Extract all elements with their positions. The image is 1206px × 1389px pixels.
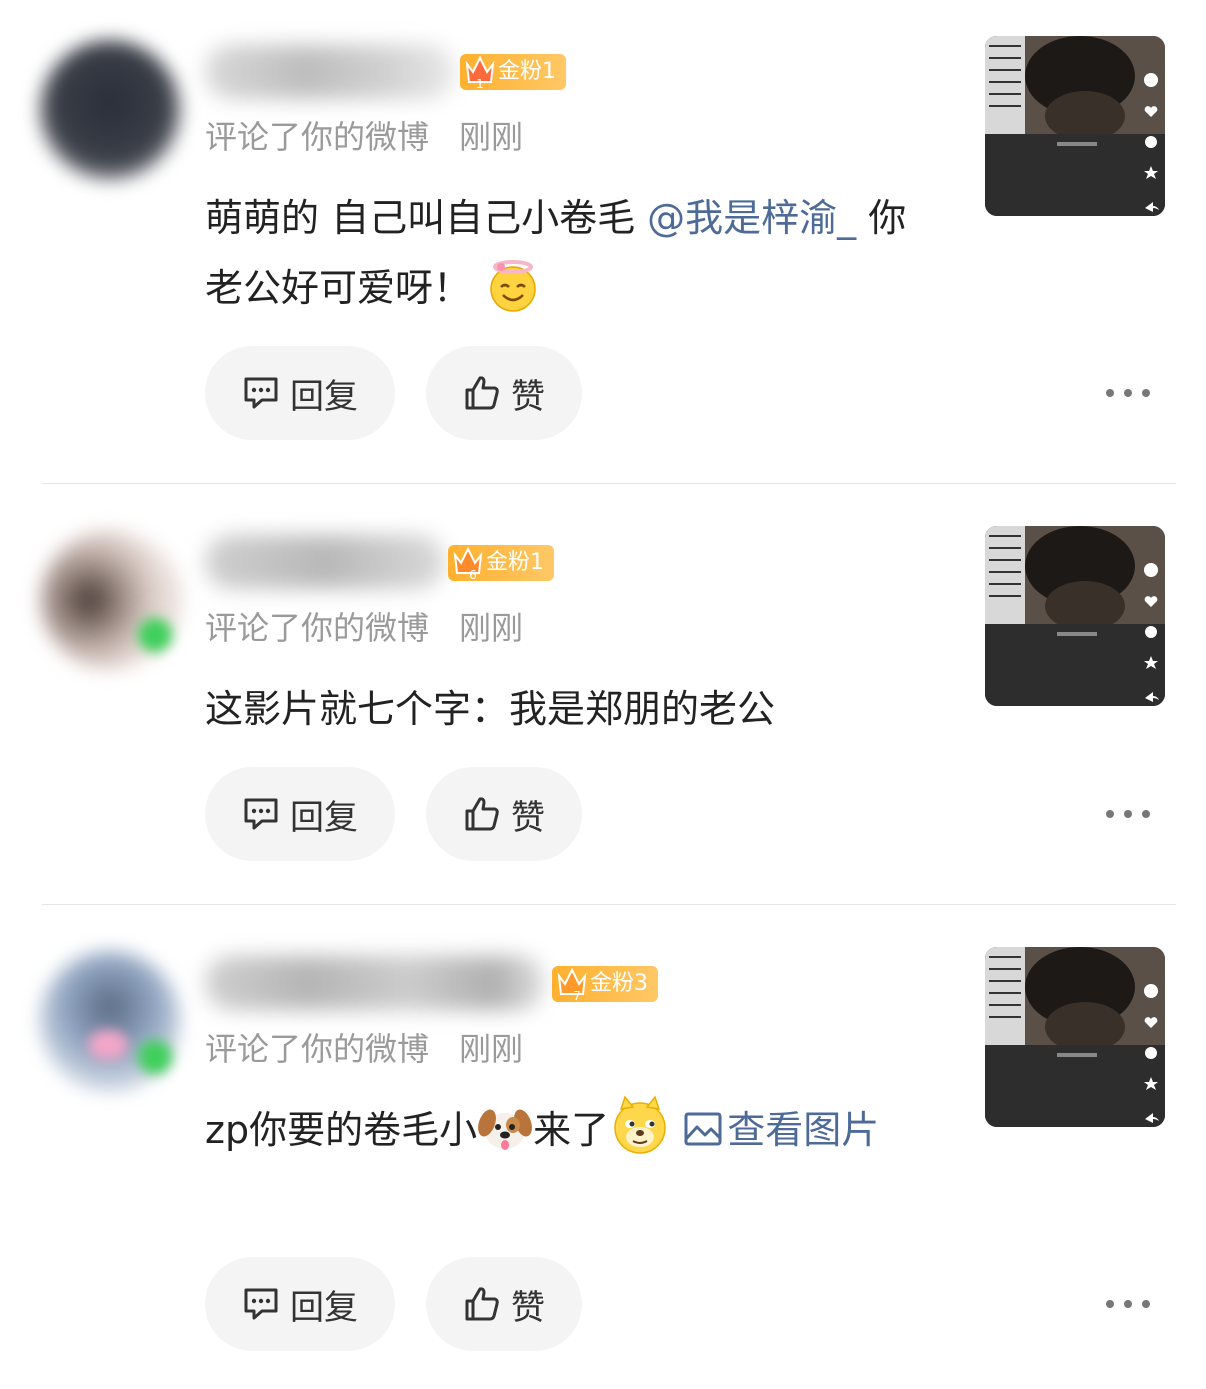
video-thumbnail-image (985, 947, 1165, 1127)
fan-badge-label: 金粉1 (486, 550, 544, 575)
like-button[interactable]: 赞 (426, 346, 582, 440)
thumbs-up-icon (465, 376, 499, 410)
username-blurred[interactable] (205, 45, 455, 99)
svg-text:1: 1 (476, 77, 484, 90)
fan-badge-icon: 6 (453, 546, 483, 581)
video-thumbnail-image (985, 526, 1165, 706)
more-dots-icon (1124, 1300, 1132, 1308)
comment-text-part: 这影片就七个字：我是郑朋的老公 (205, 687, 776, 731)
meta-line: 评论了你的微博 刚刚 (205, 112, 523, 158)
reply-label: 回复 (290, 797, 358, 838)
dog-face-emoji (478, 1109, 532, 1150)
more-dots-icon (1142, 389, 1150, 397)
comment-text[interactable]: 这影片就七个字：我是郑朋的老公 (205, 674, 925, 744)
more-button[interactable] (1106, 806, 1150, 822)
comment-bubble-icon (244, 1288, 278, 1320)
comment-text[interactable]: zp你要的卷毛小 来了 查看图片 (205, 1095, 925, 1165)
reply-button[interactable]: 回复 (205, 1257, 395, 1351)
comment-text-part: zp你要的卷毛小 (205, 1108, 478, 1152)
more-button[interactable] (1106, 385, 1150, 401)
like-label: 赞 (511, 376, 545, 417)
action-text: 评论了你的微博 (205, 609, 430, 647)
action-text: 评论了你的微博 (205, 118, 430, 156)
more-dots-icon (1106, 1300, 1114, 1308)
timestamp: 刚刚 (459, 118, 524, 156)
view-image-link[interactable]: 查看图片 (683, 1108, 879, 1152)
fan-badge[interactable]: 1 金粉1 (460, 54, 566, 90)
like-label: 赞 (511, 797, 545, 838)
comment-bubble-icon (244, 377, 278, 409)
mention-link[interactable]: @我是梓渝_ (647, 196, 856, 240)
avatar[interactable] (40, 40, 180, 180)
comment-bubble-icon (244, 798, 278, 830)
thumbs-up-icon (465, 797, 499, 831)
reply-label: 回复 (290, 1287, 358, 1328)
more-dots-icon (1106, 810, 1114, 818)
meta-line: 评论了你的微博 刚刚 (205, 603, 523, 649)
video-thumbnail-image (985, 36, 1165, 216)
image-icon (684, 1112, 722, 1146)
username-blurred[interactable] (205, 535, 445, 589)
online-indicator (138, 1040, 172, 1074)
fan-badge[interactable]: 7 金粉3 (552, 966, 658, 1002)
doge-emoji (614, 1095, 666, 1154)
more-dots-icon (1124, 389, 1132, 397)
like-button[interactable]: 赞 (426, 1257, 582, 1351)
angel-smile-emoji (490, 260, 536, 312)
thumbs-up-icon (465, 1287, 499, 1321)
weibo-thumbnail[interactable] (985, 526, 1165, 706)
avatar-decoration (88, 1030, 128, 1060)
comment-text[interactable]: 萌萌的 自己叫自己小卷毛 @我是梓渝_ 你老公好可爱呀！ (205, 183, 925, 323)
view-image-label: 查看图片 (727, 1108, 880, 1152)
more-dots-icon (1124, 810, 1132, 818)
online-indicator (138, 618, 172, 652)
timestamp: 刚刚 (459, 609, 524, 647)
like-label: 赞 (511, 1287, 545, 1328)
reply-button[interactable]: 回复 (205, 346, 395, 440)
action-text: 评论了你的微博 (205, 1030, 430, 1068)
reply-button[interactable]: 回复 (205, 767, 395, 861)
like-button[interactable]: 赞 (426, 767, 582, 861)
username-blurred[interactable] (205, 956, 545, 1010)
comment-text-part: 萌萌的 自己叫自己小卷毛 (205, 196, 648, 240)
weibo-thumbnail[interactable] (985, 947, 1165, 1127)
more-dots-icon (1106, 389, 1114, 397)
more-dots-icon (1142, 810, 1150, 818)
fan-badge-icon: 1 (465, 55, 495, 90)
reply-label: 回复 (290, 376, 358, 417)
fan-badge-label: 金粉1 (498, 59, 556, 84)
svg-text:7: 7 (573, 989, 581, 1002)
more-button[interactable] (1106, 1296, 1150, 1312)
comment-text-part: 来了 (533, 1108, 610, 1152)
divider (42, 483, 1176, 484)
fan-badge[interactable]: 6 金粉1 (448, 545, 554, 581)
svg-text:6: 6 (469, 568, 477, 581)
meta-line: 评论了你的微博 刚刚 (205, 1024, 523, 1070)
divider (42, 904, 1176, 905)
timestamp: 刚刚 (459, 1030, 524, 1068)
fan-badge-label: 金粉3 (590, 971, 648, 996)
weibo-thumbnail[interactable] (985, 36, 1165, 216)
fan-badge-icon: 7 (557, 967, 587, 1002)
more-dots-icon (1142, 1300, 1150, 1308)
